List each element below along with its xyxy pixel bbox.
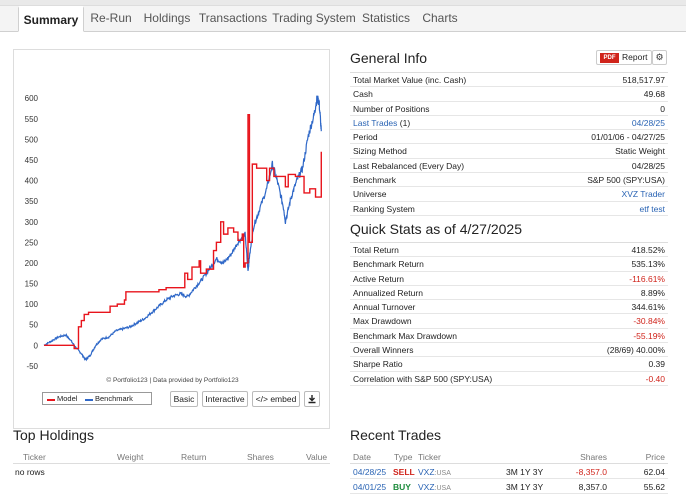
- col-date[interactable]: Date: [353, 450, 371, 464]
- trade-date-link[interactable]: 04/01/25: [353, 480, 386, 494]
- tab-trading-system[interactable]: Trading System: [272, 6, 356, 32]
- trade-price: 62.04: [643, 467, 665, 477]
- stat-row: Benchmark Return 535.13%: [350, 257, 668, 272]
- col-type[interactable]: Type: [394, 450, 412, 464]
- y-tick-label: -50: [26, 362, 38, 371]
- benchmark-swatch: [85, 399, 93, 401]
- trade-shares: 8,357.0: [578, 482, 607, 492]
- y-tick-label: 0: [34, 341, 39, 350]
- basic-chart-button[interactable]: Basic: [170, 391, 198, 407]
- y-tick-label: 300: [25, 218, 39, 227]
- holdings-empty: no rows: [15, 467, 45, 477]
- col-shares[interactable]: Shares: [247, 450, 274, 464]
- trade-periods[interactable]: 3M 1Y 3Y: [506, 465, 543, 479]
- tab-charts[interactable]: Charts: [416, 6, 464, 32]
- performance-chart[interactable]: 600550500450400350300250200150100500-500…: [14, 50, 331, 376]
- interactive-chart-button[interactable]: Interactive: [202, 391, 248, 407]
- trade-date-link[interactable]: 04/28/25: [353, 465, 386, 479]
- y-tick-label: 250: [25, 238, 39, 247]
- quick-stats-table: Total Return 418.52% Benchmark Return 535.…: [350, 242, 668, 386]
- col-shares[interactable]: Shares: [580, 450, 607, 464]
- last-trades-link[interactable]: Last Trades: [353, 118, 397, 128]
- pdf-icon: PDF: [600, 53, 619, 63]
- last-trades-date-link[interactable]: 04/28/25: [632, 116, 665, 130]
- model-swatch: [47, 399, 55, 401]
- tab-statistics[interactable]: Statistics: [360, 6, 412, 32]
- trades-header: Date Type Ticker Shares Price: [350, 450, 668, 464]
- report-button[interactable]: PDF Report: [596, 50, 652, 65]
- info-row-period: Period 01/01/06 - 04/27/25: [350, 130, 668, 145]
- model-series-line: [44, 114, 322, 350]
- tab-transactions[interactable]: Transactions: [198, 6, 268, 32]
- stat-row: Annualized Return 8.89%: [350, 286, 668, 301]
- y-tick-label: 200: [25, 259, 39, 268]
- info-row-cash: Cash 49.68: [350, 87, 668, 102]
- trade-ticker[interactable]: VXZ:USA: [418, 465, 451, 481]
- y-tick-label: 400: [25, 177, 39, 186]
- summary-content: 600550500450400350300250200150100500-500…: [0, 32, 686, 500]
- trade-price: 55.62: [643, 482, 665, 492]
- stat-row: Benchmark Max Drawdown -55.19%: [350, 329, 668, 344]
- y-tick-label: 150: [25, 280, 39, 289]
- trade-shares: -8,357.0: [575, 467, 607, 477]
- stat-row: Total Return 418.52%: [350, 243, 668, 258]
- info-row-benchmark: Benchmark S&P 500 (SPY:USA): [350, 173, 668, 188]
- benchmark-series-line: [43, 95, 322, 362]
- info-row-universe: Universe XVZ Trader: [350, 187, 668, 202]
- info-row-last-trades: Last Trades (1) 04/28/25: [350, 116, 668, 131]
- performance-chart-panel: 600550500450400350300250200150100500-500…: [13, 49, 330, 429]
- info-row-sizing: Sizing Method Static Weight: [350, 144, 668, 159]
- info-row-last-rebalanced: Last Rebalanced (Every Day) 04/28/25: [350, 159, 668, 174]
- y-tick-label: 500: [25, 135, 39, 144]
- trade-type: BUY: [393, 482, 411, 492]
- quick-stats-title: Quick Stats as of 4/27/2025: [350, 221, 522, 237]
- trade-row: 04/01/25 BUY VXZ:USA 3M 1Y 3Y 8,357.0 55…: [350, 480, 668, 494]
- stat-row: Sharpe Ratio 0.39: [350, 357, 668, 372]
- info-row-total-market-value: Total Market Value (inc. Cash) 518,517.97: [350, 73, 668, 88]
- chart-legend: Model Benchmark: [42, 392, 152, 405]
- general-info-title: General Info: [350, 50, 428, 66]
- col-ticker[interactable]: Ticker: [23, 450, 46, 464]
- trade-ticker[interactable]: VXZ:USA: [418, 480, 451, 496]
- col-return[interactable]: Return: [181, 450, 207, 464]
- tab-bar: Summary Re-Run Holdings Transactions Tra…: [0, 6, 686, 32]
- col-ticker[interactable]: Ticker: [418, 450, 441, 464]
- stat-row: Correlation with S&P 500 (SPY:USA) -0.40: [350, 372, 668, 386]
- chart-credit: © Portfolio123 | Data provided by Portfo…: [106, 377, 239, 384]
- stat-row: Annual Turnover 344.61%: [350, 300, 668, 315]
- y-tick-label: 550: [25, 115, 39, 124]
- info-row-positions: Number of Positions 0: [350, 102, 668, 116]
- trade-type: SELL: [393, 467, 415, 477]
- gear-icon[interactable]: ⚙: [652, 50, 667, 65]
- trade-periods[interactable]: 3M 1Y 3Y: [506, 480, 543, 494]
- embed-button[interactable]: </> embed: [252, 391, 300, 407]
- holdings-header: Ticker Weight Return Shares Value: [13, 450, 330, 464]
- trade-row: 04/28/25 SELL VXZ:USA 3M 1Y 3Y -8,357.0 …: [350, 465, 668, 479]
- y-tick-label: 450: [25, 156, 39, 165]
- stat-row: Max Drawdown -30.84%: [350, 314, 668, 329]
- tab-summary[interactable]: Summary: [18, 6, 84, 32]
- universe-link[interactable]: XVZ Trader: [622, 187, 665, 201]
- y-tick-label: 350: [25, 197, 39, 206]
- tab-holdings[interactable]: Holdings: [140, 6, 194, 32]
- recent-trades-title: Recent Trades: [350, 427, 442, 443]
- info-row-ranking-system: Ranking System etf test: [350, 202, 668, 216]
- stat-row: Active Return -116.61%: [350, 272, 668, 286]
- report-label: Report: [622, 52, 648, 62]
- col-value[interactable]: Value: [306, 450, 327, 464]
- top-holdings-title: Top Holdings: [13, 427, 94, 443]
- y-tick-label: 100: [25, 300, 39, 309]
- stat-row: Overall Winners (28/69) 40.00%: [350, 343, 668, 358]
- general-info-table: Total Market Value (inc. Cash) 518,517.97…: [350, 72, 668, 216]
- col-price[interactable]: Price: [646, 450, 665, 464]
- download-icon[interactable]: [304, 391, 320, 407]
- y-tick-label: 600: [25, 94, 39, 103]
- tab-rerun[interactable]: Re-Run: [86, 6, 136, 32]
- y-tick-label: 50: [29, 321, 38, 330]
- col-weight[interactable]: Weight: [117, 450, 143, 464]
- legend-model-label[interactable]: Model: [57, 394, 77, 403]
- ranking-system-link[interactable]: etf test: [639, 202, 665, 216]
- legend-benchmark-label[interactable]: Benchmark: [95, 394, 133, 403]
